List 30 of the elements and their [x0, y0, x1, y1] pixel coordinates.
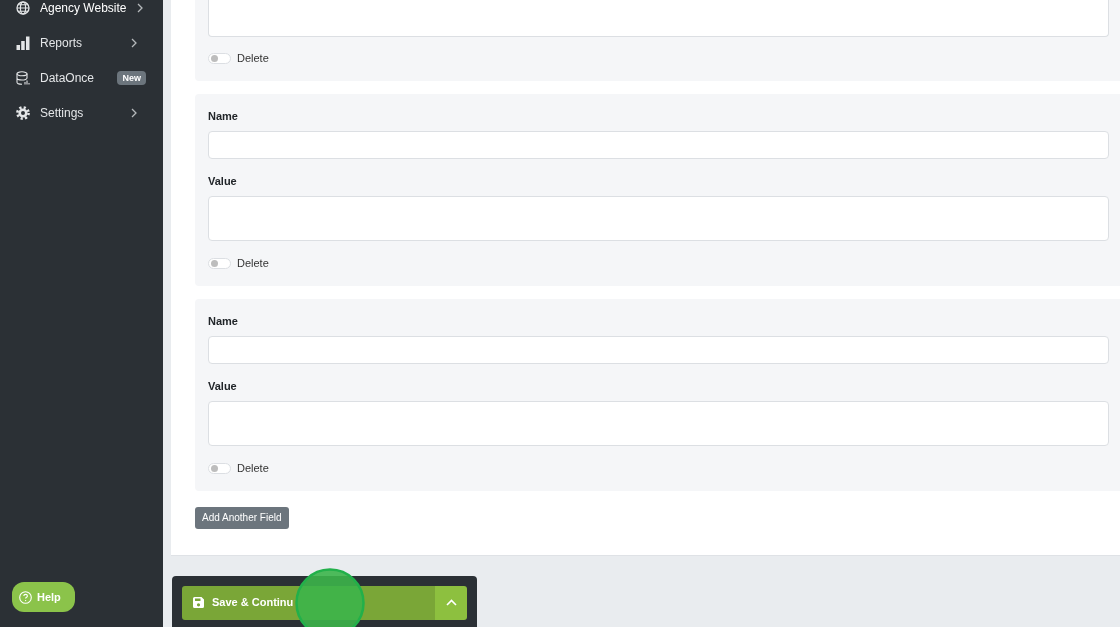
chevron-up-icon	[445, 599, 457, 606]
toggle-label: Delete	[237, 460, 269, 476]
delete-toggle[interactable]	[208, 462, 231, 474]
field-label: Value	[208, 379, 238, 393]
delete-toggle[interactable]	[208, 257, 231, 269]
toggle-label: Delete	[237, 50, 269, 66]
database-icon	[16, 70, 30, 85]
input-field[interactable]	[208, 336, 1109, 364]
sidebar-item[interactable]: Agency Website	[0, 0, 163, 25]
field-label: Name	[208, 314, 239, 328]
new-tag: New	[117, 70, 146, 85]
bar-chart-icon	[16, 35, 30, 50]
field-label: Value	[208, 174, 238, 188]
add-field-button[interactable]: Add Another Field	[195, 506, 289, 529]
save-options-button[interactable]	[435, 585, 467, 620]
input-field[interactable]	[208, 131, 1109, 159]
textarea-field[interactable]	[208, 196, 1109, 241]
save-icon	[193, 597, 204, 608]
sidebar-item[interactable]: DataOnce New	[0, 60, 163, 95]
sidebar-item[interactable]: Settings	[0, 95, 163, 130]
sidebar-item[interactable]: Reports	[0, 25, 163, 60]
help-icon	[19, 590, 32, 604]
settings-icon	[16, 105, 30, 120]
delete-toggle[interactable]	[208, 52, 231, 64]
click-marker-icon	[295, 567, 365, 627]
toggle-label: Delete	[237, 255, 269, 271]
textarea-field[interactable]	[208, 0, 1109, 37]
textarea-field[interactable]	[208, 401, 1109, 446]
globe-icon	[16, 0, 30, 15]
field-label: Name	[208, 109, 239, 123]
